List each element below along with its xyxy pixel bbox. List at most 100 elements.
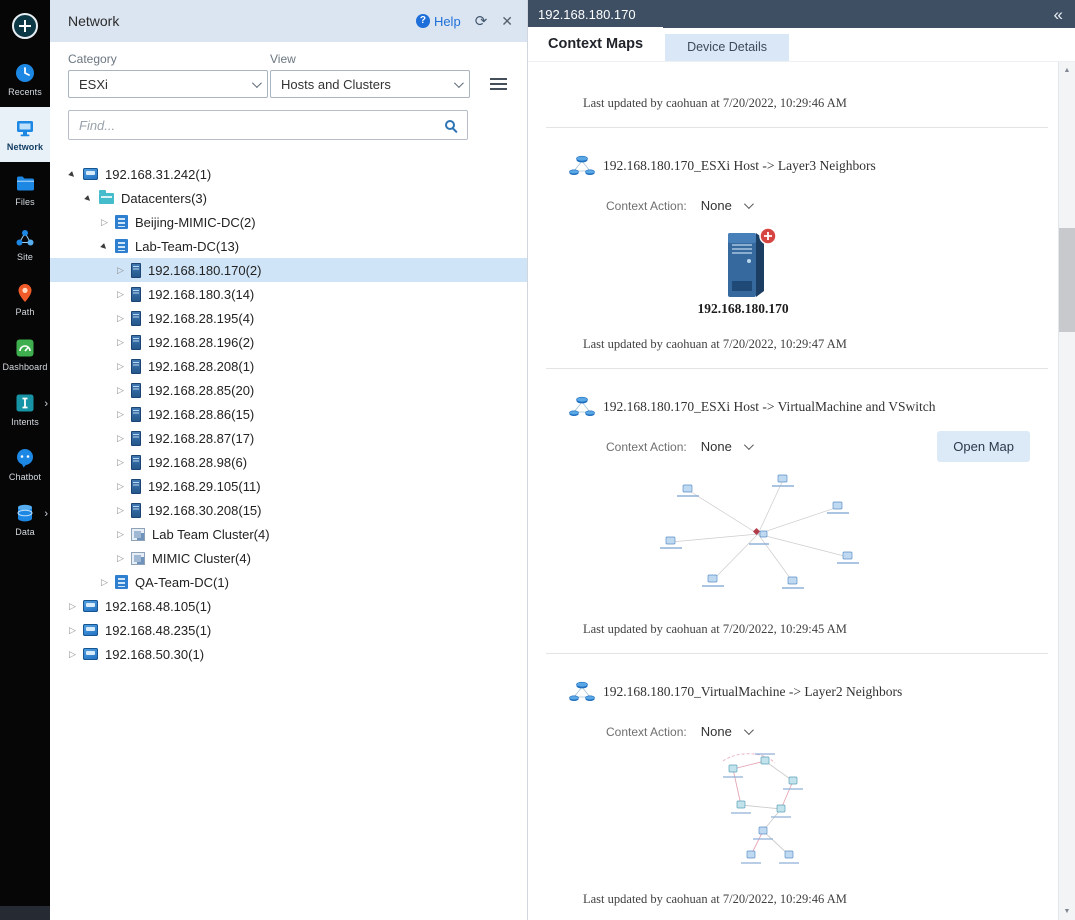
collapse-panel-icon[interactable]: «: [1054, 6, 1063, 23]
expand-toggle-icon[interactable]: [113, 265, 128, 276]
tree-item[interactable]: 192.168.29.105(11): [50, 474, 527, 498]
expand-toggle-icon[interactable]: [97, 577, 112, 588]
expand-toggle-icon[interactable]: [113, 481, 128, 492]
sidebar-item-site[interactable]: Site: [0, 217, 50, 272]
refresh-icon[interactable]: ⟳: [475, 14, 488, 29]
sidebar-item-path[interactable]: Path: [0, 272, 50, 327]
context-action-select[interactable]: None: [701, 198, 732, 213]
help-icon: ?: [416, 14, 430, 28]
sidebar-item-network[interactable]: Network: [0, 107, 50, 162]
map-thumbnail-server[interactable]: 192.168.180.170: [678, 225, 808, 317]
sidebar-item-intents[interactable]: Intents ›: [0, 382, 50, 437]
network-panel: Network ? Help ⟳ ✕ Category View ESXi Ho…: [50, 0, 527, 920]
context-action-select[interactable]: None: [701, 724, 732, 739]
sidebar-item-recents[interactable]: Recents: [0, 52, 50, 107]
menu-icon[interactable]: [490, 83, 507, 85]
context-map-card: 192.168.180.170_ESXi Host -> VirtualMach…: [528, 395, 1058, 637]
tree-item[interactable]: 192.168.28.208(1): [50, 354, 527, 378]
esxi-host-icon: [131, 311, 141, 326]
tab-device-details[interactable]: Device Details: [665, 34, 789, 61]
tree-item[interactable]: 192.168.28.196(2): [50, 330, 527, 354]
chevron-down-icon: [252, 78, 262, 88]
sidebar-bottom-strip: [0, 906, 50, 920]
expand-toggle-icon[interactable]: [113, 313, 128, 324]
tree-item[interactable]: 192.168.28.86(15): [50, 402, 527, 426]
tab-context-maps[interactable]: Context Maps: [528, 27, 663, 61]
chevron-down-icon[interactable]: [744, 440, 754, 450]
tree-item[interactable]: 192.168.50.30(1): [50, 642, 527, 666]
tree-item[interactable]: 192.168.28.87(17): [50, 426, 527, 450]
last-updated-note: Last updated by caohuan at 7/20/2022, 10…: [583, 622, 1058, 637]
chevron-down-icon[interactable]: [744, 199, 754, 209]
expand-toggle-icon[interactable]: [63, 164, 83, 184]
expand-toggle-icon[interactable]: [65, 625, 80, 636]
expand-toggle-icon[interactable]: [113, 289, 128, 300]
esxi-host-icon: [131, 479, 141, 494]
expand-toggle-icon[interactable]: [113, 409, 128, 420]
map-icon: [569, 680, 595, 704]
tree-item[interactable]: QA-Team-DC(1): [50, 570, 527, 594]
expand-toggle-icon[interactable]: [65, 601, 80, 612]
tree-item[interactable]: 192.168.31.242(1): [50, 162, 527, 186]
intents-icon: [14, 392, 36, 414]
tree-item[interactable]: 192.168.28.98(6): [50, 450, 527, 474]
map-thumbnail-star-topology[interactable]: [633, 462, 883, 602]
tree-item[interactable]: Lab-Team-DC(13): [50, 234, 527, 258]
scrollbar-thumb[interactable]: [1059, 228, 1075, 332]
context-action-select[interactable]: None: [701, 439, 732, 454]
search-icon[interactable]: [445, 120, 455, 130]
map-title: 192.168.180.170_ESXi Host -> Layer3 Neig…: [603, 158, 876, 174]
tree-item[interactable]: Beijing-MIMIC-DC(2): [50, 210, 527, 234]
new-button[interactable]: [0, 0, 50, 52]
expand-toggle-icon[interactable]: [113, 529, 128, 540]
tree-item[interactable]: Datacenters(3): [50, 186, 527, 210]
tree-item[interactable]: MIMIC Cluster(4): [50, 546, 527, 570]
vertical-scrollbar[interactable]: ▲ ▼: [1058, 62, 1075, 920]
expand-toggle-icon[interactable]: [65, 649, 80, 660]
card-divider: [546, 368, 1048, 369]
expand-toggle-icon[interactable]: [113, 361, 128, 372]
tree-item[interactable]: 192.168.48.105(1): [50, 594, 527, 618]
card-divider: [546, 653, 1048, 654]
map-title: 192.168.180.170_VirtualMachine -> Layer2…: [603, 684, 902, 700]
chatbot-icon: [14, 447, 36, 469]
sidebar-item-chatbot[interactable]: Chatbot: [0, 437, 50, 492]
dashboard-icon: [14, 337, 36, 359]
expand-toggle-icon[interactable]: [97, 217, 112, 228]
site-icon: [14, 227, 36, 249]
view-select[interactable]: Hosts and Clusters: [270, 70, 470, 98]
category-select[interactable]: ESXi: [68, 70, 268, 98]
tree-item[interactable]: 192.168.28.195(4): [50, 306, 527, 330]
expand-toggle-icon[interactable]: [113, 505, 128, 516]
open-map-button[interactable]: Open Map: [937, 431, 1030, 462]
help-link[interactable]: ? Help: [416, 14, 461, 29]
card-divider: [546, 127, 1048, 128]
close-icon[interactable]: ✕: [501, 14, 513, 28]
map-thumbnail-ring-topology[interactable]: [663, 747, 853, 872]
esxi-host-icon: [131, 383, 141, 398]
context-action-label: Context Action:: [606, 725, 687, 739]
datacenter-icon: [115, 239, 128, 253]
tree-item[interactable]: Lab Team Cluster(4): [50, 522, 527, 546]
tree-item[interactable]: 192.168.48.235(1): [50, 618, 527, 642]
scroll-up-arrow[interactable]: ▲: [1059, 62, 1075, 79]
expand-toggle-icon[interactable]: [113, 553, 128, 564]
search-input[interactable]: [79, 118, 445, 133]
expand-toggle-icon[interactable]: [113, 433, 128, 444]
expand-toggle-icon[interactable]: [95, 236, 115, 256]
expand-toggle-icon[interactable]: [79, 188, 99, 208]
sidebar-item-data[interactable]: Data ›: [0, 492, 50, 547]
scroll-down-arrow[interactable]: ▼: [1059, 903, 1075, 920]
sidebar-item-files[interactable]: Files: [0, 162, 50, 217]
expand-toggle-icon[interactable]: [113, 337, 128, 348]
sidebar-item-dashboard[interactable]: Dashboard: [0, 327, 50, 382]
chevron-down-icon[interactable]: [744, 725, 754, 735]
tree-item-selected[interactable]: 192.168.180.170(2): [50, 258, 527, 282]
tree-item[interactable]: 192.168.30.208(15): [50, 498, 527, 522]
cluster-icon: [131, 552, 145, 565]
tree-item[interactable]: 192.168.28.85(20): [50, 378, 527, 402]
expand-toggle-icon[interactable]: [113, 385, 128, 396]
network-panel-header: Network ? Help ⟳ ✕: [50, 0, 527, 42]
tree-item[interactable]: 192.168.180.3(14): [50, 282, 527, 306]
expand-toggle-icon[interactable]: [113, 457, 128, 468]
